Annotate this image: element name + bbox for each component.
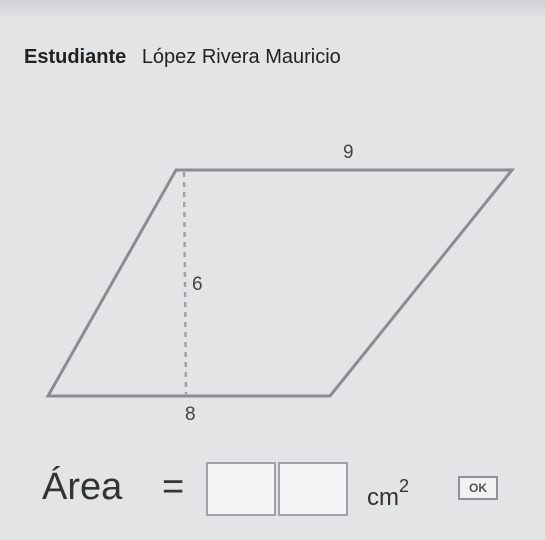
unit-label: cm2 bbox=[367, 476, 409, 512]
bottom-side-label: 8 bbox=[185, 404, 196, 425]
answer-row: Área = cm2 OK bbox=[42, 462, 522, 522]
unit-base: cm bbox=[367, 484, 399, 511]
parallelogram-shape bbox=[45, 168, 516, 398]
parallelogram-figure: 9 6 8 bbox=[45, 142, 516, 425]
equals-sign: = bbox=[162, 466, 185, 508]
height-label: 6 bbox=[192, 274, 203, 295]
answer-input-box-2[interactable] bbox=[278, 462, 348, 516]
unit-exponent: 2 bbox=[399, 476, 410, 496]
area-label: Área bbox=[42, 466, 123, 508]
height-dashed-line bbox=[182, 171, 188, 395]
answer-input-box-1[interactable] bbox=[206, 462, 276, 516]
top-side-label: 9 bbox=[343, 142, 354, 163]
ok-button[interactable]: OK bbox=[458, 476, 498, 500]
